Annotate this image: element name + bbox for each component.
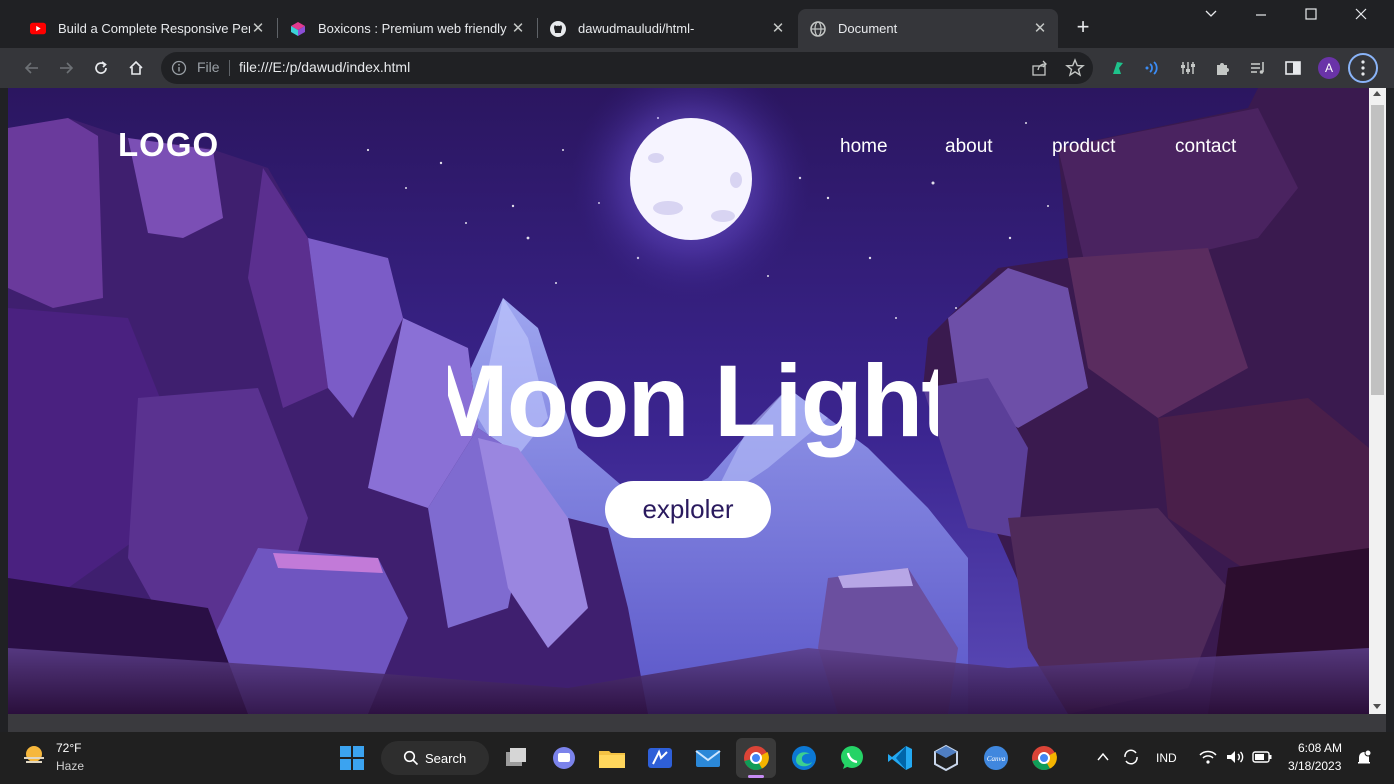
share-icon[interactable] — [1030, 58, 1050, 78]
nav-link-about[interactable]: about — [945, 136, 993, 158]
home-icon[interactable] — [123, 55, 149, 81]
back-icon[interactable] — [19, 55, 45, 81]
wifi-icon[interactable] — [1199, 749, 1217, 770]
info-icon[interactable] — [171, 60, 187, 76]
search-label: Search — [425, 751, 467, 766]
tab-title: dawudmauludi/html- — [578, 21, 695, 36]
extension-green-icon[interactable] — [1105, 55, 1131, 81]
bookmark-star-icon[interactable] — [1065, 58, 1085, 78]
address-divider — [229, 60, 230, 76]
weather-temp: 72°F — [56, 741, 82, 755]
page-viewport: LOGO home about product contact Moon Lig… — [8, 88, 1369, 714]
forward-icon[interactable] — [53, 55, 79, 81]
close-tab-icon[interactable]: ✕ — [250, 20, 266, 37]
tab-github[interactable]: dawudmauludi/html- ✕ — [538, 9, 796, 48]
notification-bell-icon[interactable] — [1355, 749, 1373, 772]
sync-icon[interactable] — [1120, 746, 1142, 773]
browser-chrome: Build a Complete Responsive Per ✕ Boxico… — [0, 0, 1394, 88]
scroll-up-icon[interactable] — [1373, 91, 1381, 96]
edge-icon[interactable] — [788, 742, 820, 774]
menu-kebab-icon[interactable] — [1348, 53, 1378, 83]
maximize-icon[interactable] — [1299, 6, 1323, 28]
active-app-indicator — [748, 775, 764, 778]
chrome-icon[interactable] — [1028, 742, 1060, 774]
volume-icon[interactable] — [1225, 749, 1245, 770]
explore-button[interactable]: exploler — [605, 481, 771, 538]
new-tab-button[interactable]: + — [1071, 16, 1095, 40]
github-icon — [550, 20, 566, 37]
boxicons-icon — [290, 21, 306, 37]
window-bottom-edge — [8, 714, 1386, 732]
close-tab-icon[interactable]: ✕ — [1032, 20, 1048, 37]
scrollbar-thumb[interactable] — [1371, 105, 1384, 395]
vscode-icon[interactable] — [884, 742, 916, 774]
scroll-down-icon[interactable] — [1373, 704, 1381, 709]
url-text[interactable]: file:///E:/p/dawud/index.html — [239, 59, 410, 75]
taskbar-search-box[interactable]: Search — [381, 741, 489, 775]
browser-toolbar: File file:///E:/p/dawud/index.html A — [0, 48, 1394, 88]
tab-title: Boxicons : Premium web friendly — [318, 21, 507, 36]
battery-icon[interactable] — [1252, 750, 1272, 769]
reading-list-icon[interactable] — [1245, 55, 1271, 81]
svg-text:Canva: Canva — [987, 755, 1006, 763]
site-logo[interactable]: LOGO — [118, 126, 219, 164]
clock-time[interactable]: 6:08 AM — [1298, 741, 1342, 755]
tab-title: Document — [838, 21, 898, 36]
reload-icon[interactable] — [88, 55, 114, 81]
virtualbox-icon[interactable] — [930, 742, 962, 774]
extension-audio-icon[interactable] — [1140, 55, 1166, 81]
profile-initial: A — [1318, 57, 1340, 79]
tab-youtube[interactable]: Build a Complete Responsive Per ✕ — [18, 9, 276, 48]
scheme-label: File — [197, 59, 220, 75]
tab-boxicons[interactable]: Boxicons : Premium web friendly ✕ — [278, 9, 536, 48]
powerapps-icon[interactable] — [644, 742, 676, 774]
close-tab-icon[interactable]: ✕ — [770, 20, 786, 37]
nav-link-product[interactable]: product — [1052, 136, 1115, 158]
close-window-icon[interactable] — [1349, 6, 1373, 28]
extension-tools-icon[interactable] — [1175, 55, 1201, 81]
weather-sun-icon[interactable] — [20, 742, 48, 770]
side-panel-icon[interactable] — [1280, 55, 1306, 81]
globe-icon — [810, 20, 826, 37]
profile-avatar[interactable]: A — [1316, 55, 1342, 81]
minimize-icon[interactable] — [1249, 6, 1273, 28]
clock-date[interactable]: 3/18/2023 — [1288, 759, 1341, 773]
task-view-icon[interactable] — [500, 742, 532, 774]
mail-icon[interactable] — [692, 742, 724, 774]
teams-chat-icon[interactable] — [548, 742, 580, 774]
canva-icon[interactable]: Canva — [980, 742, 1012, 774]
tab-strip: Build a Complete Responsive Per ✕ Boxico… — [0, 0, 1394, 48]
whatsapp-icon[interactable] — [836, 742, 868, 774]
hero-title: Moon Light — [448, 344, 938, 458]
show-hidden-icons[interactable] — [1096, 750, 1110, 769]
file-explorer-icon[interactable] — [596, 742, 628, 774]
search-icon — [403, 750, 419, 766]
weather-condition: Haze — [56, 759, 85, 773]
address-bar[interactable]: File file:///E:/p/dawud/index.html — [161, 52, 1093, 84]
windows-start-icon[interactable] — [336, 742, 368, 774]
nav-link-contact[interactable]: contact — [1175, 136, 1236, 158]
close-tab-icon[interactable]: ✕ — [510, 20, 526, 37]
tab-title: Build a Complete Responsive Per — [58, 21, 250, 36]
windows-taskbar: 72°F Haze Search Canva IND 6:08 AM 3/18/… — [0, 732, 1394, 784]
tab-document[interactable]: Document ✕ — [798, 9, 1058, 48]
hero-title-mask: Moon Light — [448, 328, 938, 488]
youtube-icon — [30, 21, 46, 37]
language-indicator[interactable]: IND — [1156, 751, 1177, 765]
vertical-scrollbar[interactable] — [1369, 88, 1386, 714]
tab-search-icon[interactable] — [1199, 6, 1223, 28]
extensions-puzzle-icon[interactable] — [1210, 55, 1236, 81]
chrome-taskbar-icon[interactable] — [736, 738, 776, 778]
nav-link-home[interactable]: home — [840, 136, 888, 158]
